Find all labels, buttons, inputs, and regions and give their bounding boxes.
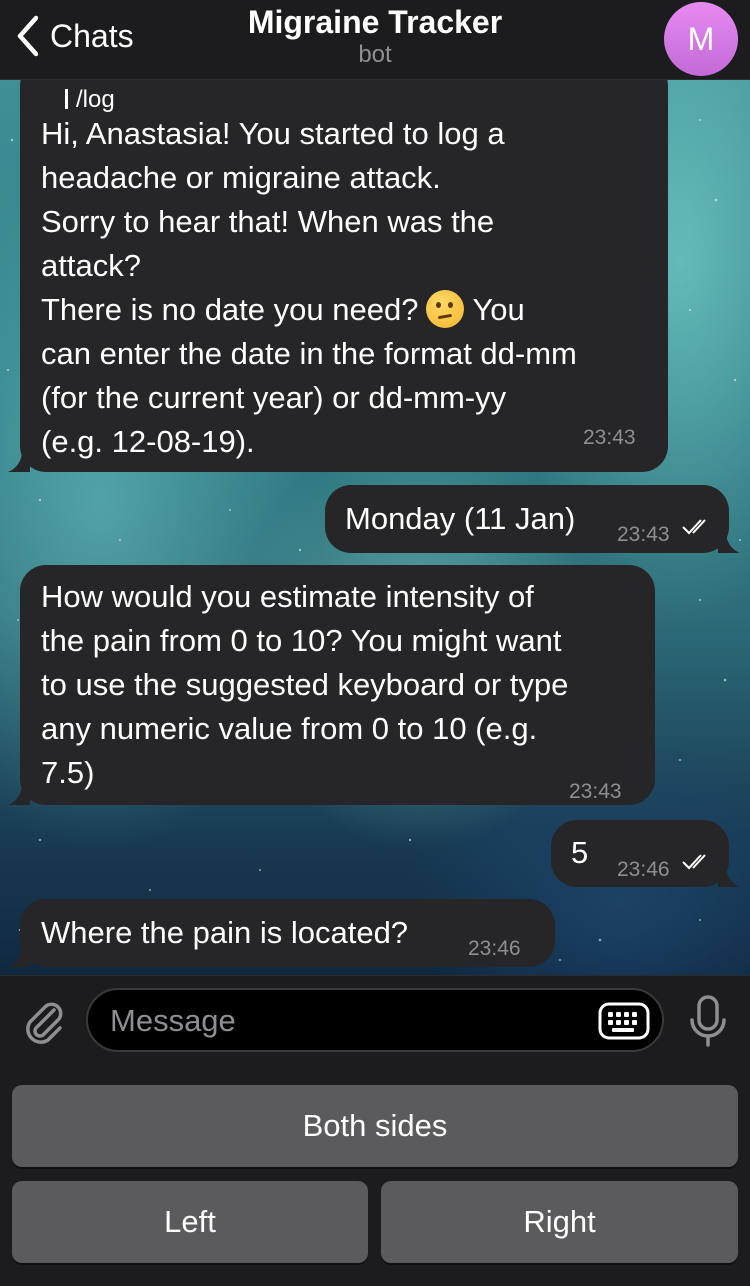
message-line: (e.g. 12-08-19). [41,424,255,459]
message-line: How would you estimate intensity of [41,579,534,614]
message-time: 23:43 [617,523,670,546]
message-line: There is no date you need? You [41,290,525,328]
message-line: the pain from 0 to 10? You might want [41,623,562,658]
message-line: (for the current year) or dd-mm-yy [41,380,507,415]
paperclip-icon[interactable] [20,996,66,1046]
message-line: can enter the date in the format dd-mm [41,336,577,371]
message-text: Monday (11 Jan) [345,501,576,536]
message-line: attack? [41,248,141,283]
reply-quote-text: /log [76,86,115,113]
thinking-face-emoji-icon [426,290,465,328]
avatar[interactable]: M [664,2,738,76]
message-text: Hi, Anastasia! You started to log a head… [41,112,661,464]
message-input[interactable] [110,996,590,1046]
message-line: Hi, Anastasia! You started to log a [41,116,505,151]
double-check-icon [682,854,706,870]
chat-title: Migraine Tracker [247,4,503,40]
bot-keyboard-icon[interactable] [598,1002,650,1040]
reply-button-both-sides[interactable]: Both sides [12,1085,738,1167]
message-time: 23:43 [583,426,636,449]
chat-header: Chats Migraine Tracker bot M [0,0,750,80]
message-text: 5 [571,835,589,870]
message-line: Sorry to hear that! When was the [41,204,495,239]
message-time: 23:43 [569,780,622,803]
incoming-message[interactable]: How would you estimate intensity of the … [20,565,655,805]
reply-button-left[interactable]: Left [12,1181,368,1263]
chat-area[interactable]: /log Hi, Anastasia! You started to log a… [0,80,750,975]
bubble-tail-icon [8,450,30,472]
message-time: 23:46 [617,858,670,881]
chat-title-block[interactable]: Migraine Tracker bot [175,3,575,69]
message-field[interactable] [86,988,664,1052]
message-text: Where the pain is located? [41,915,409,950]
reply-quote: /log [65,88,115,112]
message-time: 23:46 [468,937,521,960]
message-line: any numeric value from 0 to 10 (e.g. [41,711,538,746]
bubble-tail-icon [718,865,740,887]
outgoing-message[interactable]: 5 23:46 [551,820,729,887]
incoming-message[interactable]: /log Hi, Anastasia! You started to log a… [20,80,668,472]
message-text: How would you estimate intensity of the … [41,575,651,795]
microphone-icon[interactable] [688,994,728,1048]
bot-reply-keyboard: Both sides Left Right [0,1065,750,1286]
message-line: headache or migraine attack. [41,160,441,195]
avatar-letter: M [687,20,715,57]
outgoing-message[interactable]: Monday (11 Jan) 23:43 [325,485,729,553]
message-composer [0,975,750,1065]
bubble-tail-icon [8,783,30,805]
incoming-message[interactable]: Where the pain is located? 23:46 [20,899,555,967]
reply-button-right[interactable]: Right [381,1181,738,1263]
message-line: to use the suggested keyboard or type [41,667,569,702]
back-label: Chats [50,17,134,54]
chevron-left-icon [17,15,39,57]
bubble-tail-icon [718,531,740,553]
double-check-icon [682,519,706,535]
bubble-tail-icon [8,945,30,967]
chat-subtitle: bot [358,41,392,68]
back-button[interactable]: Chats [14,12,134,60]
message-line: 7.5) [41,755,95,790]
